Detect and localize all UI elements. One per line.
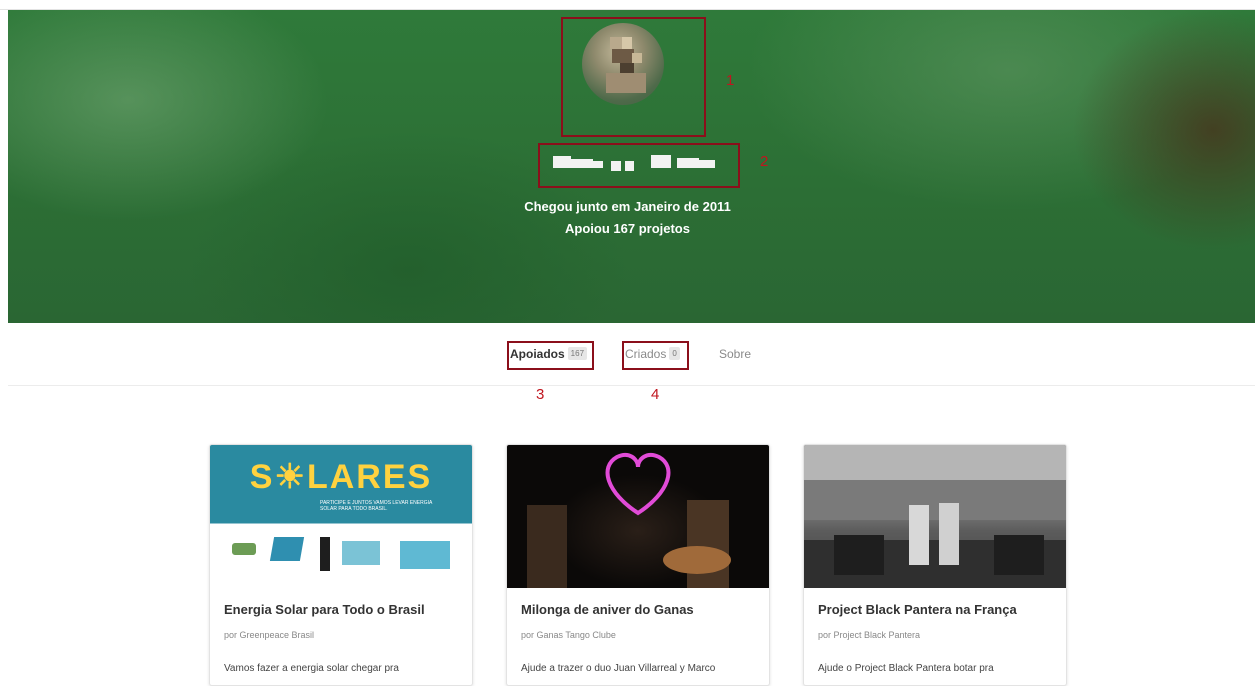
active-tab-indicator — [494, 382, 606, 385]
project-card[interactable]: Milonga de aniver do Ganas por Ganas Tan… — [506, 444, 770, 686]
concert-crowd-image — [804, 445, 1066, 588]
project-description: Vamos fazer a energia solar chegar pra — [224, 663, 399, 674]
tab-created-highlight-box — [622, 341, 689, 370]
annotation-number-1: 1 — [726, 72, 735, 89]
annotation-number-2: 2 — [760, 153, 769, 170]
annotation-number-4: 4 — [651, 386, 660, 403]
project-description: Ajude o Project Black Pantera botar pra — [818, 663, 994, 674]
project-image[interactable]: S☀LARES PARTICIPE E JUNTOS VAMOS LEVAR E… — [210, 445, 472, 588]
avatar-highlight-box — [561, 17, 706, 137]
solares-tagline: PARTICIPE E JUNTOS VAMOS LEVAR ENERGIA S… — [320, 500, 433, 512]
project-author[interactable]: por Greenpeace Brasil — [224, 630, 314, 640]
project-title[interactable]: Milonga de aniver do Ganas — [521, 602, 694, 617]
tab-about[interactable]: Sobre — [719, 347, 751, 361]
project-card[interactable]: S☀LARES PARTICIPE E JUNTOS VAMOS LEVAR E… — [209, 444, 473, 686]
neon-heart-icon — [527, 452, 731, 588]
project-author[interactable]: por Project Black Pantera — [818, 630, 920, 640]
project-image[interactable] — [804, 445, 1066, 588]
backed-count-text: Apoiou 167 projetos — [565, 221, 690, 236]
project-title[interactable]: Project Black Pantera na França — [818, 602, 1017, 617]
project-card[interactable]: Project Black Pantera na França por Proj… — [803, 444, 1067, 686]
project-author[interactable]: por Ganas Tango Clube — [521, 630, 616, 640]
tab-backed-highlight-box — [507, 341, 594, 370]
top-bar-edge — [0, 0, 1255, 10]
project-description: Ajude a trazer o duo Juan Villarreal y M… — [521, 663, 716, 674]
solares-logo: S☀LARES — [249, 458, 433, 496]
tab-about-label: Sobre — [719, 347, 752, 361]
joined-date-text: Chegou junto em Janeiro de 2011 — [524, 199, 731, 214]
project-image[interactable] — [507, 445, 769, 588]
project-title[interactable]: Energia Solar para Todo o Brasil — [224, 602, 425, 617]
annotation-number-3: 3 — [536, 386, 545, 403]
name-highlight-box — [538, 143, 740, 188]
